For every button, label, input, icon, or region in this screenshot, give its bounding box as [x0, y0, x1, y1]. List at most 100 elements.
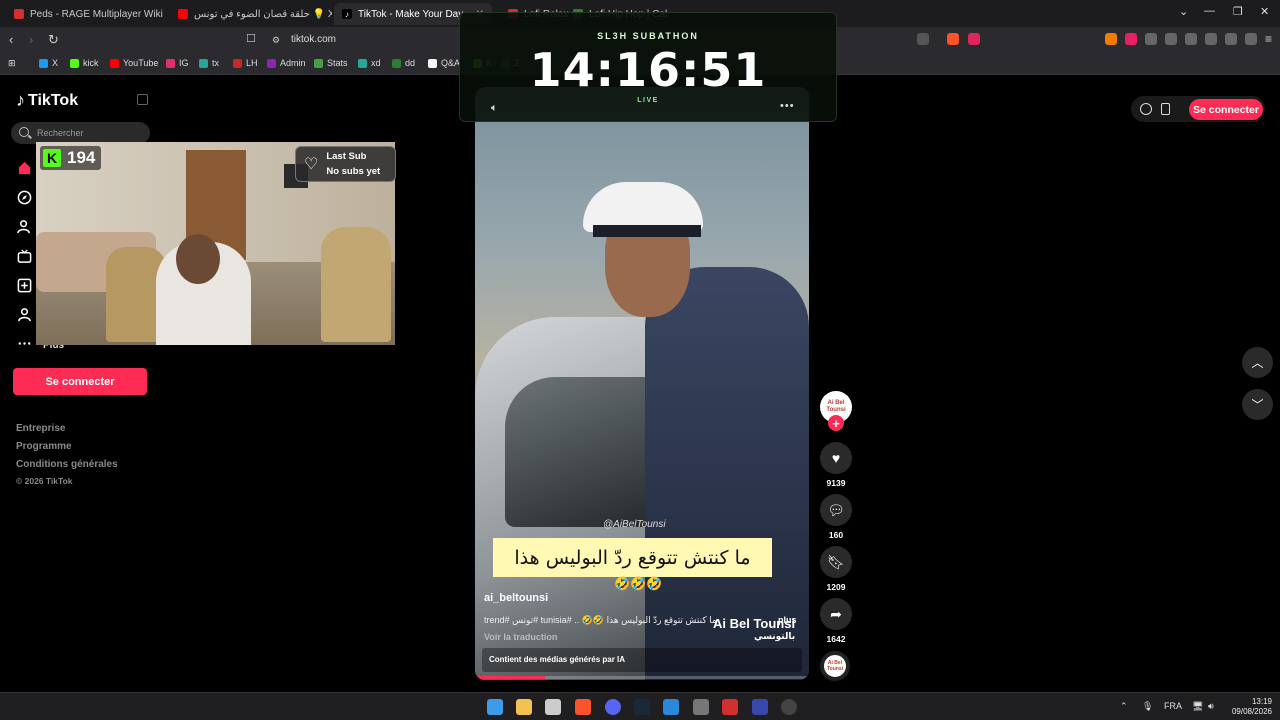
microphone-icon[interactable]: 🎙︎ — [1142, 701, 1153, 712]
sidebar-icon[interactable] — [1185, 33, 1197, 45]
xd-logo-icon — [358, 58, 367, 68]
video-progress-bar[interactable] — [475, 676, 809, 679]
language-indicator[interactable]: FRA — [1164, 701, 1182, 711]
tiktok-logo[interactable]: ♪ TikTok — [16, 90, 78, 111]
device-phone-icon[interactable] — [1161, 103, 1170, 115]
network-icon[interactable]: 🖥︎ — [1192, 701, 1203, 712]
app-icon[interactable] — [722, 699, 738, 715]
apps-grid-icon[interactable]: ⊞ — [8, 58, 16, 69]
profile-icon[interactable] — [17, 307, 32, 322]
menu-icon[interactable]: ≡ — [1265, 32, 1272, 46]
explore-compass-icon[interactable] — [17, 190, 32, 205]
top-login-button[interactable]: Se connecter — [1189, 99, 1263, 120]
collapse-sidebar-icon[interactable] — [137, 94, 148, 105]
translate-icon[interactable] — [917, 33, 929, 45]
upload-plus-icon[interactable] — [17, 278, 32, 293]
login-button[interactable]: Se connecter — [13, 368, 147, 395]
brave-shields-icon[interactable] — [947, 33, 959, 45]
comment-button[interactable]: 💬︎ — [820, 494, 852, 526]
youtube-favicon-icon — [178, 9, 188, 19]
youtube-logo-icon — [110, 58, 119, 68]
following-icon[interactable] — [17, 219, 32, 234]
extensions-puzzle-icon[interactable] — [1145, 33, 1157, 45]
extension-icon[interactable] — [1105, 33, 1117, 45]
see-translation-link[interactable]: Voir la traduction — [484, 632, 557, 642]
share-button[interactable]: ➦ — [820, 598, 852, 630]
coin-icon[interactable] — [1140, 103, 1152, 115]
volume-icon[interactable]: 🔈︎ — [491, 102, 498, 115]
obs-icon[interactable] — [781, 699, 797, 715]
address-bar[interactable]: tiktok.com — [291, 34, 336, 45]
next-video-button[interactable]: ﹀ — [1242, 389, 1273, 420]
footer-link-entreprise[interactable]: Entreprise — [16, 423, 65, 434]
bookmark-x[interactable]: X — [39, 58, 58, 68]
music-icon[interactable] — [1165, 33, 1177, 45]
reload-icon[interactable]: ↻ — [48, 32, 59, 48]
system-clock[interactable]: 13:19 09/08/2026 — [1226, 697, 1272, 717]
site-info-icon[interactable]: ⚙ — [272, 35, 280, 46]
bookmark-label: LH — [246, 58, 258, 68]
tab-rage-wiki[interactable]: Peds - RAGE Multiplayer Wiki — [6, 3, 166, 25]
tab-title: Peds - RAGE Multiplayer Wiki — [30, 8, 163, 20]
kick-logo-icon — [70, 58, 79, 68]
bookmark-icon[interactable]: ☐ — [246, 32, 256, 45]
volume-tray-icon[interactable]: 🔊︎ — [1208, 701, 1214, 712]
bookmark-label: tx — [212, 58, 220, 68]
snipping-tool-icon[interactable] — [545, 699, 561, 715]
footer-link-terms[interactable]: Conditions générales — [16, 459, 118, 470]
tab-youtube-video[interactable]: حلقة قصان الضوء في تونس 💡 X — [170, 3, 332, 25]
previous-video-button[interactable]: ︿ — [1242, 347, 1273, 378]
tray-chevron-up-icon[interactable]: ⌃ — [1120, 701, 1128, 712]
more-dots-icon[interactable] — [17, 336, 32, 351]
follow-plus-button[interactable]: + — [828, 415, 844, 431]
subathon-title: SL3H SUBATHON — [597, 31, 699, 41]
save-button[interactable]: 🔖︎ — [820, 546, 852, 578]
home-icon[interactable] — [17, 160, 32, 175]
search-placeholder: Rechercher — [37, 128, 84, 138]
file-explorer-icon[interactable] — [516, 699, 532, 715]
settings-gear-icon[interactable] — [693, 699, 709, 715]
bookmark-stats[interactable]: Stats — [314, 58, 348, 68]
more-options-icon[interactable]: ••• — [780, 100, 795, 112]
extension-icon[interactable] — [1125, 33, 1137, 45]
like-button[interactable]: ♥ — [820, 442, 852, 474]
webcam-streamer-head — [176, 234, 220, 284]
maximize-icon[interactable]: ❐ — [1233, 5, 1243, 18]
close-window-icon[interactable]: ✕ — [1260, 5, 1269, 18]
steam-icon[interactable] — [634, 699, 650, 715]
bookmark-lh[interactable]: LH — [233, 58, 258, 68]
brave-browser-icon[interactable] — [575, 699, 591, 715]
search-input[interactable]: Rechercher — [11, 122, 150, 144]
video-car-window — [505, 377, 665, 527]
bookmark-qa[interactable]: Q&A — [428, 58, 460, 68]
windows-start-icon[interactable] — [487, 699, 503, 715]
bookmark-ig[interactable]: IG — [166, 58, 189, 68]
forward-icon[interactable]: › — [29, 32, 33, 47]
bookmark-kick[interactable]: kick — [70, 58, 99, 68]
last-sub-title: Last Sub — [326, 151, 367, 162]
discord-icon[interactable] — [605, 699, 621, 715]
bookmark-youtube[interactable]: YouTube — [110, 58, 158, 68]
leo-ai-icon[interactable] — [1225, 33, 1237, 45]
video-author[interactable]: ai_beltounsi — [484, 592, 548, 604]
bookmark-label: X — [52, 58, 59, 68]
video-progress-fill — [475, 676, 546, 679]
bookmark-xd[interactable]: xd — [358, 58, 381, 68]
music-disc[interactable]: Ai Bel Tounsi — [820, 651, 850, 681]
photos-icon[interactable] — [663, 699, 679, 715]
app-icon[interactable] — [752, 699, 768, 715]
back-icon[interactable]: ‹ — [9, 32, 13, 47]
live-tv-icon[interactable] — [17, 249, 32, 264]
wallet-icon[interactable] — [1205, 33, 1217, 45]
footer-link-programme[interactable]: Programme — [16, 441, 72, 452]
bookmark-tx[interactable]: tx — [199, 58, 219, 68]
vpn-icon[interactable] — [1245, 33, 1257, 45]
bookmark-dd[interactable]: dd — [392, 58, 415, 68]
bookmark-admin[interactable]: Admin — [267, 58, 306, 68]
minimize-icon[interactable]: — — [1204, 5, 1215, 17]
search-icon — [19, 127, 29, 137]
brave-rewards-icon[interactable] — [968, 33, 980, 45]
comment-count: 160 — [828, 530, 844, 540]
like-count: 9139 — [826, 478, 846, 488]
tab-list-chevron-icon[interactable]: ⌄ — [1179, 5, 1188, 18]
